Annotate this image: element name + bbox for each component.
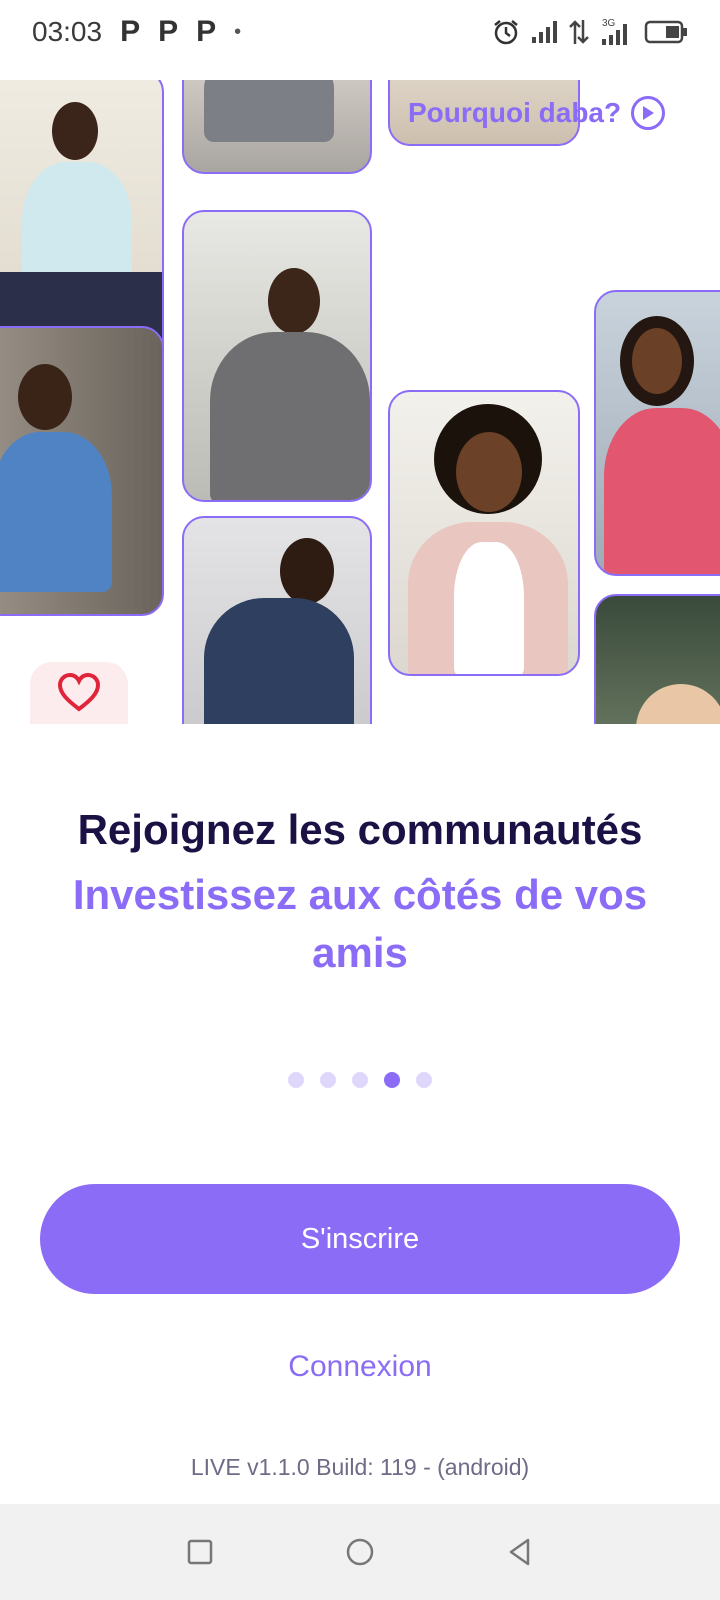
signal-3g-icon: 3G bbox=[602, 18, 627, 45]
heart-bubble bbox=[30, 662, 128, 724]
notification-p-icon: P bbox=[158, 15, 179, 48]
notification-dot-icon: • bbox=[234, 20, 242, 43]
back-icon[interactable] bbox=[505, 1537, 535, 1567]
home-icon[interactable] bbox=[344, 1536, 376, 1568]
version-label: LIVE v1.1.0 Build: 119 - (android) bbox=[190, 1454, 530, 1480]
login-link[interactable]: Connexion bbox=[0, 1350, 720, 1384]
page-indicator bbox=[0, 1072, 720, 1088]
navigation-bar bbox=[0, 1504, 720, 1600]
onboarding-title: Rejoignez les communautés bbox=[77, 806, 643, 853]
status-left: 03:03 P P P • bbox=[32, 15, 241, 49]
community-photo bbox=[182, 210, 372, 502]
battery-icon bbox=[644, 20, 687, 44]
community-photo bbox=[594, 290, 720, 576]
notification-p-icon: P bbox=[196, 15, 217, 48]
why-daba-link[interactable]: Pourquoi daba? bbox=[408, 96, 666, 130]
page-dot[interactable] bbox=[416, 1072, 432, 1088]
page-dot[interactable] bbox=[288, 1072, 304, 1088]
page-dot[interactable] bbox=[320, 1072, 336, 1088]
recent-apps-icon[interactable] bbox=[185, 1537, 215, 1567]
data-transfer-icon bbox=[569, 20, 589, 44]
why-daba-label: Pourquoi daba? bbox=[408, 97, 622, 128]
status-time: 03:03 bbox=[32, 16, 103, 47]
community-photo bbox=[388, 390, 580, 676]
photo-collage: Pourquoi daba? bbox=[0, 80, 720, 724]
notification-p-icon: P bbox=[120, 15, 141, 48]
signup-button[interactable]: S'inscrire bbox=[40, 1184, 680, 1294]
page-dot-active[interactable] bbox=[384, 1072, 400, 1088]
community-photo bbox=[182, 80, 372, 174]
play-icon bbox=[631, 96, 666, 130]
signal-icon bbox=[532, 21, 557, 43]
page-dot[interactable] bbox=[352, 1072, 368, 1088]
heart-icon bbox=[57, 673, 101, 712]
community-photo bbox=[0, 326, 164, 616]
status-bar: 03:03 P P P • 3G bbox=[0, 0, 720, 64]
community-photo bbox=[594, 594, 720, 724]
alarm-icon bbox=[494, 20, 518, 45]
community-photo bbox=[182, 516, 372, 724]
network-label: 3G bbox=[602, 18, 616, 29]
onboarding-subtitle: Investissez aux côtés de vos amis bbox=[72, 871, 648, 976]
status-right: 3G bbox=[492, 17, 688, 47]
